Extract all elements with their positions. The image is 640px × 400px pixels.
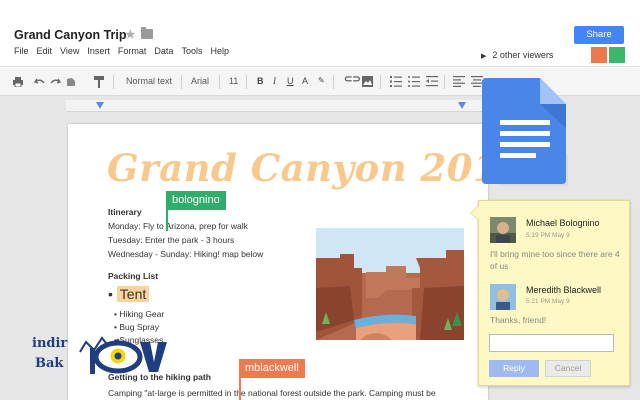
reply-button[interactable]: Reply [489, 360, 539, 377]
link-icon[interactable]: ⊂⊃ [344, 74, 361, 85]
itinerary-line[interactable]: Wednesday - Sunday: Hiking! map below [108, 249, 263, 259]
app-header: Grand Canyon Trip ★ File Edit View Inser… [0, 0, 640, 66]
hiking-text[interactable]: Camping "at-large is permitted in the na… [108, 388, 436, 398]
itinerary-line[interactable]: Monday: Fly to Arizona, prep for walk [108, 221, 248, 231]
text-color-icon[interactable]: A [302, 76, 308, 86]
italic-icon[interactable]: I [273, 76, 276, 86]
caret-right-icon: ▶ [481, 53, 487, 60]
comment-author: Michael Bolognino [526, 218, 600, 228]
itinerary-line[interactable]: Tuesday: Enter the park - 3 hours [108, 235, 234, 245]
packing-item-highlighted[interactable]: • Tent [108, 286, 150, 302]
undo-icon[interactable] [34, 77, 45, 87]
collaborator-flag: mblackwell [239, 359, 305, 378]
menu-file[interactable]: File [14, 46, 29, 56]
comment-thread[interactable]: Michael Bolognino 5:19 PM May 9 I'll bri… [470, 200, 630, 386]
packing-item-tent: Tent [116, 286, 150, 302]
packing-title[interactable]: Packing List [108, 271, 158, 281]
menu-format[interactable]: Format [118, 46, 147, 56]
avatar [490, 284, 516, 310]
ruler[interactable] [66, 100, 482, 112]
font-select[interactable]: Arial [191, 76, 209, 86]
redo-icon[interactable] [50, 77, 61, 87]
spellcheck-icon[interactable] [66, 77, 76, 88]
menu-insert[interactable]: Insert [87, 46, 110, 56]
menu-view[interactable]: View [60, 46, 79, 56]
google-docs-logo [482, 78, 568, 186]
decrease-indent-icon[interactable] [426, 76, 438, 87]
menu-bar: File Edit View Insert Format Data Tools … [14, 46, 229, 56]
folder-icon[interactable] [141, 27, 153, 39]
viewer-avatar[interactable] [591, 47, 607, 63]
itinerary-title[interactable]: Itinerary [108, 207, 142, 217]
document-title[interactable]: Grand Canyon Trip [14, 28, 127, 42]
comment-text: Thanks, friend! [490, 315, 547, 325]
document-heading[interactable]: Grand Canyon 2013 [107, 146, 525, 190]
watermark-text: indir [32, 336, 68, 351]
comment-date: 5:19 PM May 9 [526, 232, 570, 239]
comment-text: I'll bring mine too since there are 4 of… [490, 249, 620, 271]
viewer-avatar[interactable] [609, 47, 625, 63]
image-icon[interactable] [362, 76, 373, 87]
bold-icon[interactable]: B [257, 76, 264, 86]
print-icon[interactable] [12, 77, 24, 87]
align-left-icon[interactable] [453, 76, 465, 87]
viewers-text: 2 other viewers [492, 50, 554, 60]
packing-item[interactable]: • Hiking Gear [114, 309, 164, 319]
numbered-list-icon[interactable] [390, 76, 402, 87]
menu-data[interactable]: Data [154, 46, 173, 56]
share-button[interactable]: Share [574, 26, 624, 44]
comment-date: 5:21 PM May 9 [526, 298, 570, 305]
watermark-text: Bak [35, 356, 64, 371]
style-select[interactable]: Normal text [126, 76, 172, 86]
comment-author: Meredith Blackwell [526, 285, 602, 295]
cancel-button[interactable]: Cancel [545, 360, 591, 377]
reply-input[interactable] [489, 334, 614, 352]
left-indent-marker[interactable] [96, 102, 104, 109]
highlight-icon[interactable]: ✎ [318, 76, 325, 85]
bulleted-list-icon[interactable] [408, 76, 420, 87]
star-icon[interactable]: ★ [124, 26, 137, 43]
menu-edit[interactable]: Edit [37, 46, 53, 56]
font-size-select[interactable]: 11 [229, 76, 238, 86]
right-indent-marker[interactable] [458, 102, 466, 109]
viewers-toggle[interactable]: ▶ 2 other viewers [481, 50, 553, 60]
avatar [490, 217, 516, 243]
watermark-logo [79, 336, 167, 374]
collaborator-flag: bolognino [166, 191, 226, 210]
canyon-illustration[interactable] [316, 228, 464, 340]
menu-help[interactable]: Help [210, 46, 229, 56]
paint-format-icon[interactable] [94, 76, 104, 88]
underline-icon[interactable]: U [287, 76, 294, 86]
menu-tools[interactable]: Tools [181, 46, 202, 56]
